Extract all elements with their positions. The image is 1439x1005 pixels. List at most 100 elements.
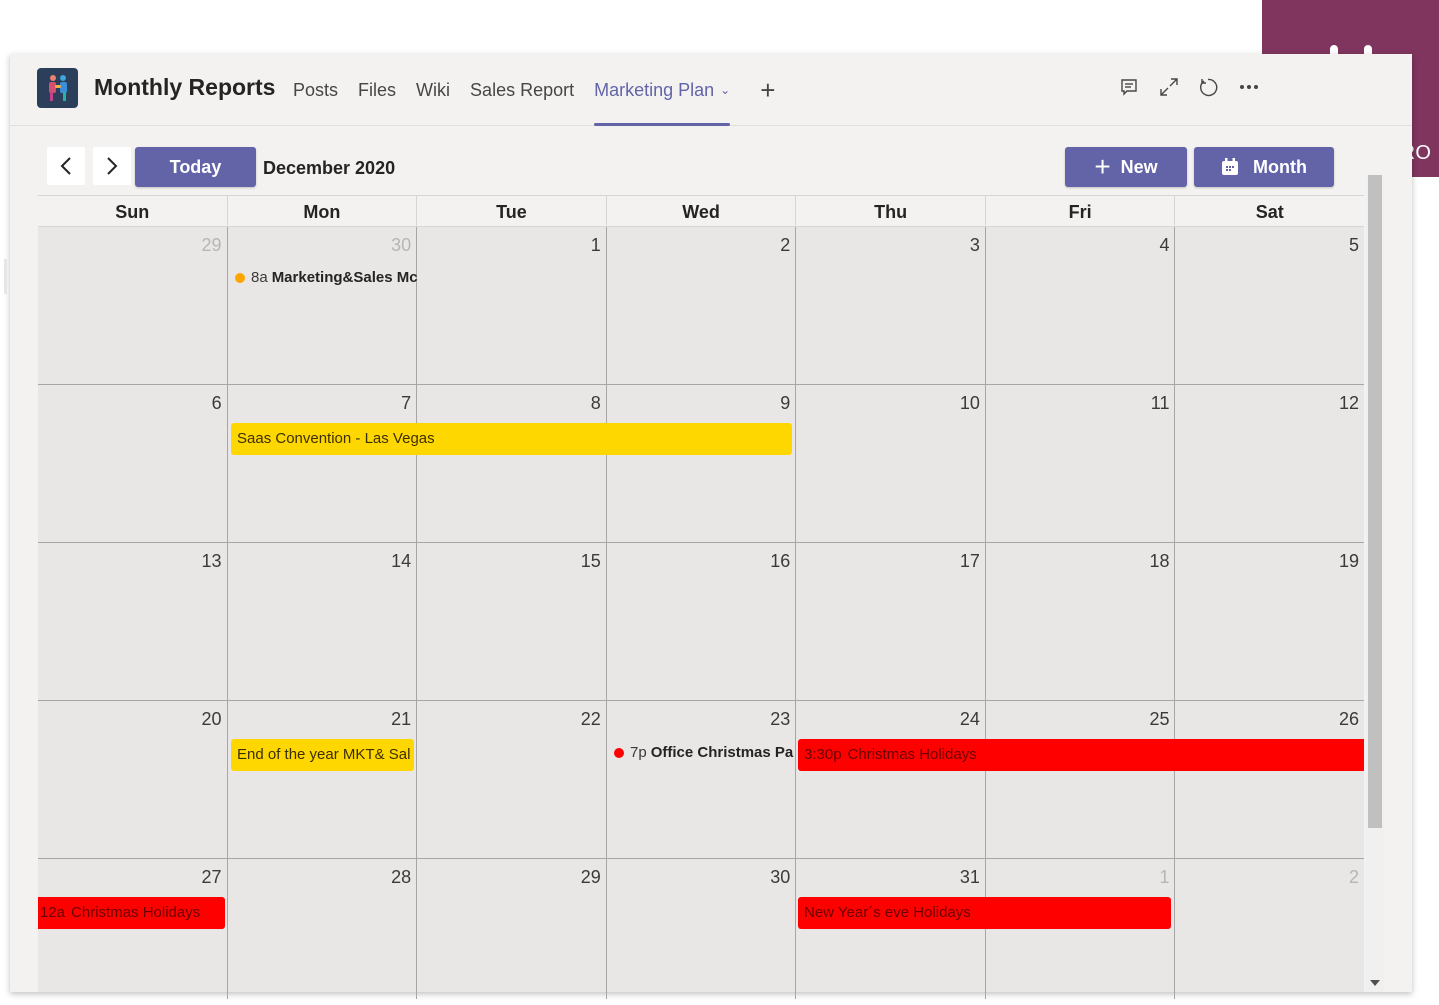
day-cell[interactable]: 1 bbox=[984, 859, 1175, 999]
day-cell[interactable]: 5 bbox=[1174, 227, 1364, 384]
tab-wiki[interactable]: Wiki bbox=[416, 54, 450, 126]
event-title: New Year´s eve Holidays bbox=[804, 904, 971, 921]
day-number: 4 bbox=[1159, 235, 1170, 255]
day-cell[interactable]: 13 bbox=[38, 543, 227, 700]
day-cell[interactable]: 30 bbox=[605, 859, 796, 999]
day-cell[interactable]: 6 bbox=[38, 385, 227, 542]
day-cell[interactable]: 9 bbox=[605, 385, 796, 542]
day-cell[interactable]: 30 bbox=[226, 227, 417, 384]
day-cell[interactable]: 26 bbox=[1174, 701, 1364, 858]
day-cell[interactable]: 20 bbox=[38, 701, 227, 858]
day-cell[interactable]: 16 bbox=[605, 543, 796, 700]
day-cell[interactable]: 10 bbox=[795, 385, 985, 542]
weekday-mon: Mon bbox=[226, 196, 417, 226]
event-time: 8a bbox=[251, 269, 268, 286]
day-number: 13 bbox=[201, 551, 222, 571]
tab-bar: Posts Files Wiki Sales Report Marketing … bbox=[293, 54, 775, 126]
day-cell[interactable]: 7 bbox=[226, 385, 417, 542]
day-cell[interactable]: 15 bbox=[416, 543, 606, 700]
day-number: 20 bbox=[201, 709, 222, 729]
day-cell[interactable]: 3 bbox=[795, 227, 985, 384]
day-cell[interactable]: 8 bbox=[416, 385, 606, 542]
more-options-icon[interactable] bbox=[1238, 76, 1260, 98]
calendar-scrollbar[interactable] bbox=[1366, 175, 1384, 992]
calendar-weeks: 29 30 1 2 3 4 5 8a Marketing&Sales Mc 6 … bbox=[38, 227, 1364, 999]
event-saas-convention[interactable]: Saas Convention - Las Vegas bbox=[231, 423, 792, 455]
day-number: 12 bbox=[1339, 393, 1360, 413]
week-row: 20 21 22 23 24 25 26 End of the year MKT… bbox=[38, 701, 1364, 859]
day-cell[interactable]: 24 bbox=[795, 701, 985, 858]
day-cell[interactable]: 21 bbox=[226, 701, 417, 858]
day-cell[interactable]: 2 bbox=[605, 227, 796, 384]
event-title: Saas Convention - Las Vegas bbox=[237, 430, 435, 447]
refresh-icon[interactable] bbox=[1198, 76, 1220, 98]
month-calendar: Sun Mon Tue Wed Thu Fri Sat 29 30 1 2 3 … bbox=[38, 195, 1364, 999]
tab-posts[interactable]: Posts bbox=[293, 54, 338, 126]
day-cell[interactable]: 19 bbox=[1174, 543, 1364, 700]
day-cell[interactable]: 14 bbox=[226, 543, 417, 700]
day-number: 15 bbox=[580, 551, 601, 571]
day-cell[interactable]: 4 bbox=[984, 227, 1175, 384]
tab-sales-report[interactable]: Sales Report bbox=[470, 54, 574, 126]
chevron-left-icon bbox=[60, 157, 71, 175]
day-number: 25 bbox=[1149, 709, 1170, 729]
day-cell[interactable]: 28 bbox=[226, 859, 417, 999]
previous-month-button[interactable] bbox=[47, 147, 85, 185]
event-christmas-holidays-continued[interactable]: 12a Christmas Holidays bbox=[38, 897, 225, 929]
week-row: 6 7 8 9 10 11 12 Saas Convention - Las V… bbox=[38, 385, 1364, 543]
tab-files[interactable]: Files bbox=[358, 54, 396, 126]
weekday-fri: Fri bbox=[984, 196, 1175, 226]
day-number: 31 bbox=[959, 867, 980, 887]
tab-marketing-plan-label: Marketing Plan bbox=[594, 80, 715, 100]
day-number: 23 bbox=[770, 709, 791, 729]
conversation-icon[interactable] bbox=[1118, 76, 1140, 98]
scroll-down-arrow-icon[interactable] bbox=[1370, 980, 1380, 986]
event-dot-icon bbox=[614, 747, 624, 758]
chevron-right-icon bbox=[107, 157, 118, 175]
day-number: 7 bbox=[401, 393, 412, 413]
day-cell[interactable]: 1 bbox=[416, 227, 606, 384]
tab-marketing-plan[interactable]: Marketing Plan ⌄ bbox=[594, 54, 731, 126]
expand-icon[interactable] bbox=[1158, 76, 1180, 98]
event-time: 3:30p bbox=[804, 746, 842, 763]
event-title: End of the year MKT& Sal bbox=[237, 746, 411, 763]
day-number: 16 bbox=[770, 551, 791, 571]
add-tab-button[interactable]: + bbox=[760, 54, 775, 126]
day-cell[interactable]: 17 bbox=[795, 543, 985, 700]
weekday-header: Sun Mon Tue Wed Thu Fri Sat bbox=[38, 195, 1364, 227]
day-number: 9 bbox=[780, 393, 791, 413]
day-cell[interactable]: 11 bbox=[984, 385, 1175, 542]
event-time: 12a bbox=[40, 904, 66, 921]
day-cell[interactable]: 18 bbox=[984, 543, 1175, 700]
day-number: 10 bbox=[959, 393, 980, 413]
chevron-down-icon[interactable]: ⌄ bbox=[720, 54, 730, 126]
scrollbar-thumb[interactable] bbox=[1368, 175, 1382, 828]
event-new-years-eve[interactable]: New Year´s eve Holidays bbox=[798, 897, 1171, 929]
day-cell[interactable]: 12 bbox=[1174, 385, 1364, 542]
day-cell[interactable]: 2 bbox=[1174, 859, 1364, 999]
day-cell[interactable]: 31 bbox=[795, 859, 985, 999]
day-cell[interactable]: 25 bbox=[984, 701, 1175, 858]
event-title: Office Christmas Par bbox=[650, 744, 794, 761]
next-month-button[interactable] bbox=[93, 147, 131, 185]
event-office-christmas-party[interactable]: 7p Office Christmas Par bbox=[614, 744, 794, 761]
view-selector-button[interactable]: Month bbox=[1194, 147, 1334, 187]
day-cell[interactable]: 29 bbox=[416, 859, 606, 999]
new-event-button[interactable]: + New bbox=[1065, 147, 1187, 187]
week-row: 13 14 15 16 17 18 19 bbox=[38, 543, 1364, 701]
calendar-view-icon bbox=[1222, 158, 1238, 175]
day-number: 29 bbox=[580, 867, 601, 887]
event-end-of-year-meeting[interactable]: End of the year MKT& Sal bbox=[231, 739, 414, 771]
channel-header: Monthly Reports Posts Files Wiki Sales R… bbox=[10, 54, 1412, 126]
day-cell[interactable]: 22 bbox=[416, 701, 606, 858]
day-number: 11 bbox=[1150, 393, 1170, 413]
event-title: Marketing&Sales Mc bbox=[271, 269, 418, 286]
day-cell[interactable]: 27 bbox=[38, 859, 227, 999]
today-button[interactable]: Today bbox=[135, 147, 256, 187]
day-number: 6 bbox=[211, 393, 222, 413]
event-marketing-sales-meeting[interactable]: 8a Marketing&Sales Mc bbox=[235, 269, 421, 286]
day-cell[interactable]: 23 bbox=[605, 701, 796, 858]
day-cell[interactable]: 29 bbox=[38, 227, 227, 384]
day-number: 29 bbox=[201, 235, 222, 255]
event-christmas-holidays[interactable]: 3:30p Christmas Holidays bbox=[798, 739, 1364, 771]
